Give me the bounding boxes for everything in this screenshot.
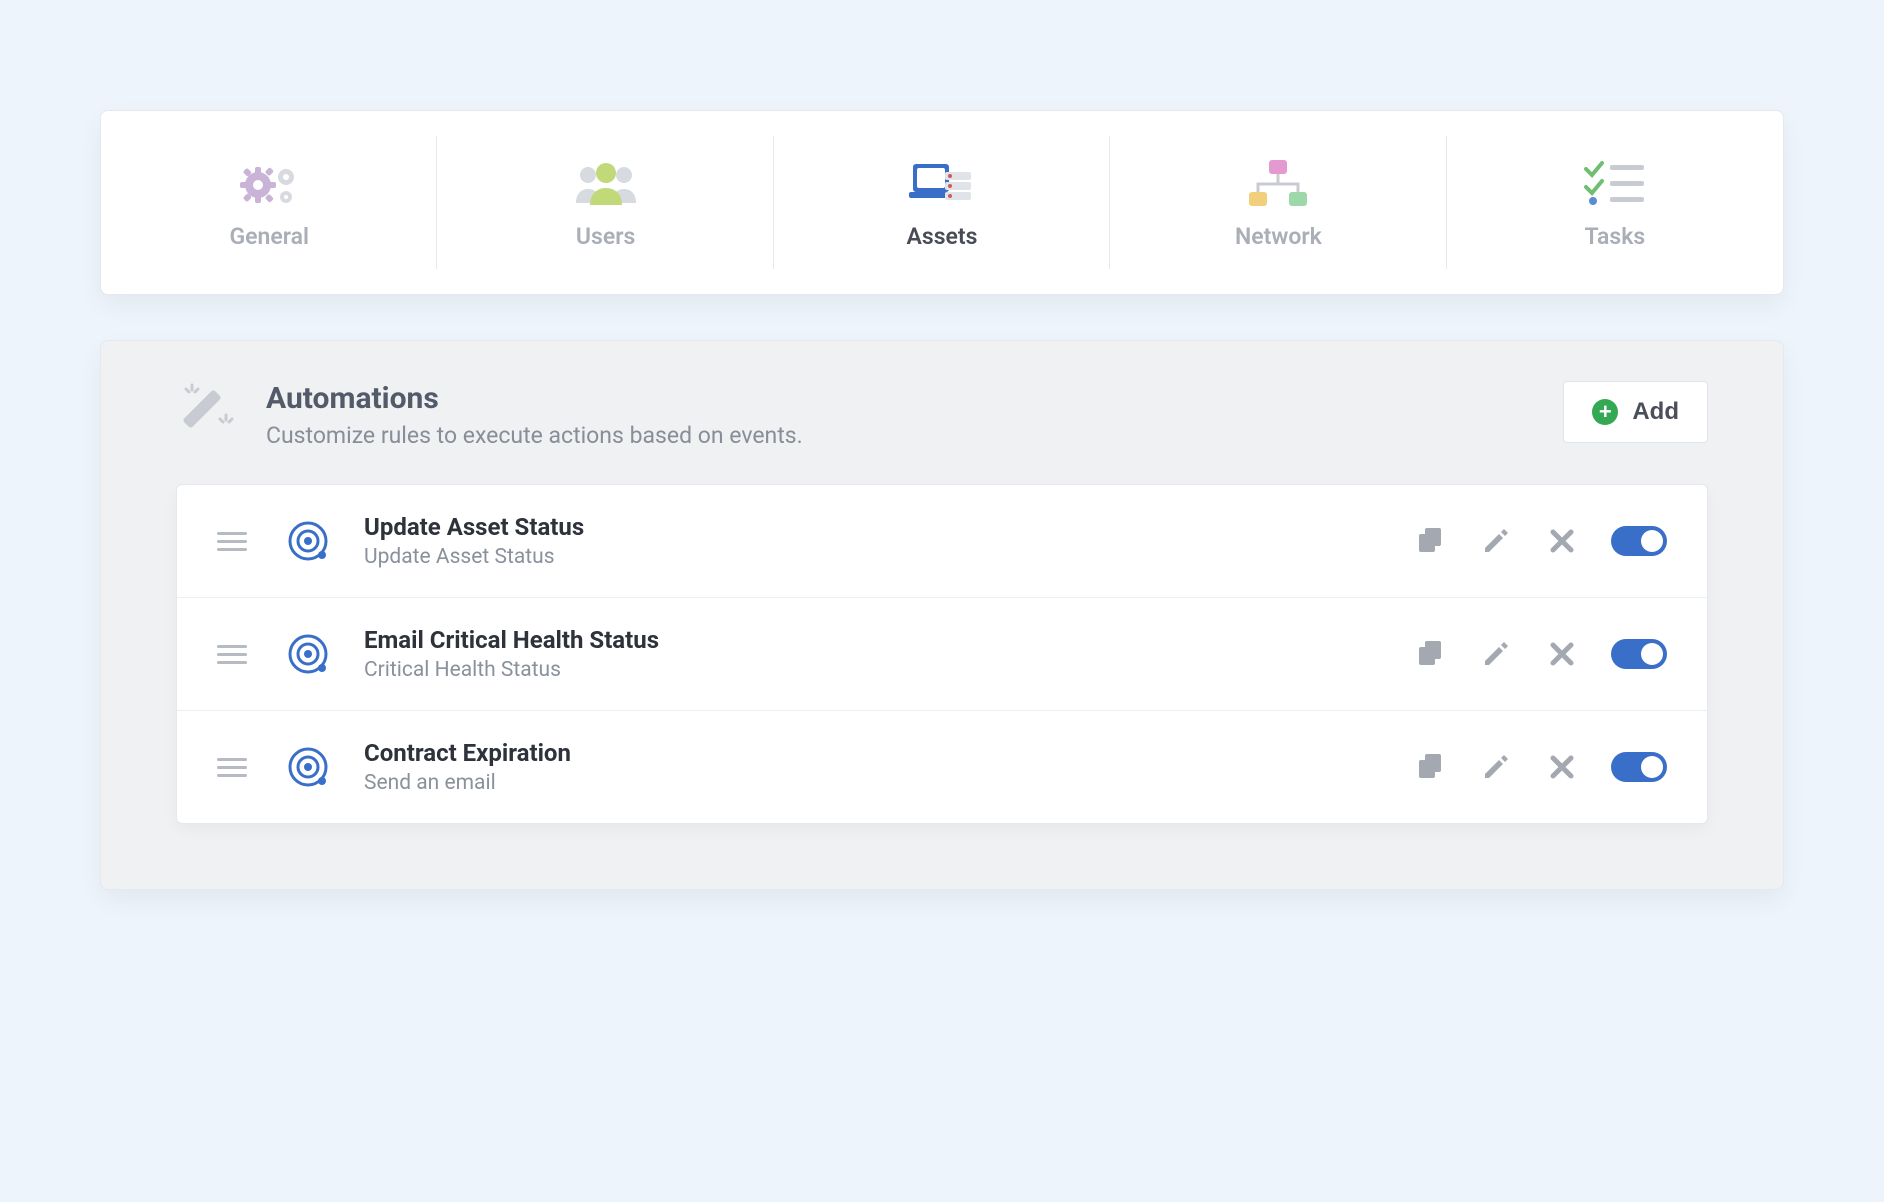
drag-handle-icon[interactable] <box>217 645 247 664</box>
add-button[interactable]: + Add <box>1563 381 1708 443</box>
tab-assets[interactable]: Assets <box>774 111 1110 294</box>
delete-icon[interactable] <box>1545 524 1579 558</box>
settings-tabs: General Users Assets <box>100 110 1784 295</box>
automation-subtitle: Update Asset Status <box>364 545 1413 569</box>
tab-label: General <box>229 223 309 250</box>
assets-icon <box>909 156 975 211</box>
edit-icon[interactable] <box>1479 637 1513 671</box>
plus-icon: + <box>1592 399 1618 425</box>
duplicate-icon[interactable] <box>1413 637 1447 671</box>
enable-toggle[interactable] <box>1611 526 1667 556</box>
tab-tasks[interactable]: Tasks <box>1447 111 1783 294</box>
tab-network[interactable]: Network <box>1110 111 1446 294</box>
automation-title: Email Critical Health Status <box>364 626 1413 654</box>
wand-icon <box>176 381 236 441</box>
gears-icon <box>238 156 300 211</box>
panel-subtitle: Customize rules to execute actions based… <box>266 422 1563 449</box>
automation-icon <box>287 520 329 562</box>
automations-list: Update Asset Status Update Asset Status … <box>176 484 1708 824</box>
panel-header: Automations Customize rules to execute a… <box>176 381 1708 449</box>
edit-icon[interactable] <box>1479 750 1513 784</box>
automation-icon <box>287 746 329 788</box>
network-icon <box>1243 156 1313 211</box>
automation-title: Contract Expiration <box>364 739 1413 767</box>
tab-label: Assets <box>907 223 978 250</box>
tab-label: Tasks <box>1584 223 1645 250</box>
edit-icon[interactable] <box>1479 524 1513 558</box>
delete-icon[interactable] <box>1545 750 1579 784</box>
drag-handle-icon[interactable] <box>217 532 247 551</box>
automations-panel: Automations Customize rules to execute a… <box>100 340 1784 890</box>
tab-label: Users <box>576 223 635 250</box>
duplicate-icon[interactable] <box>1413 524 1447 558</box>
enable-toggle[interactable] <box>1611 752 1667 782</box>
tasks-icon <box>1582 156 1648 211</box>
automation-row: Update Asset Status Update Asset Status <box>177 485 1707 598</box>
automation-row: Email Critical Health Status Critical He… <box>177 598 1707 711</box>
tab-users[interactable]: Users <box>437 111 773 294</box>
automation-subtitle: Critical Health Status <box>364 658 1413 682</box>
panel-title: Automations <box>266 381 1563 416</box>
enable-toggle[interactable] <box>1611 639 1667 669</box>
duplicate-icon[interactable] <box>1413 750 1447 784</box>
users-icon <box>570 156 642 211</box>
drag-handle-icon[interactable] <box>217 758 247 777</box>
automation-icon <box>287 633 329 675</box>
automation-row: Contract Expiration Send an email <box>177 711 1707 823</box>
automation-subtitle: Send an email <box>364 771 1413 795</box>
tab-label: Network <box>1235 223 1322 250</box>
add-button-label: Add <box>1632 398 1679 426</box>
tab-general[interactable]: General <box>101 111 437 294</box>
automation-title: Update Asset Status <box>364 513 1413 541</box>
delete-icon[interactable] <box>1545 637 1579 671</box>
